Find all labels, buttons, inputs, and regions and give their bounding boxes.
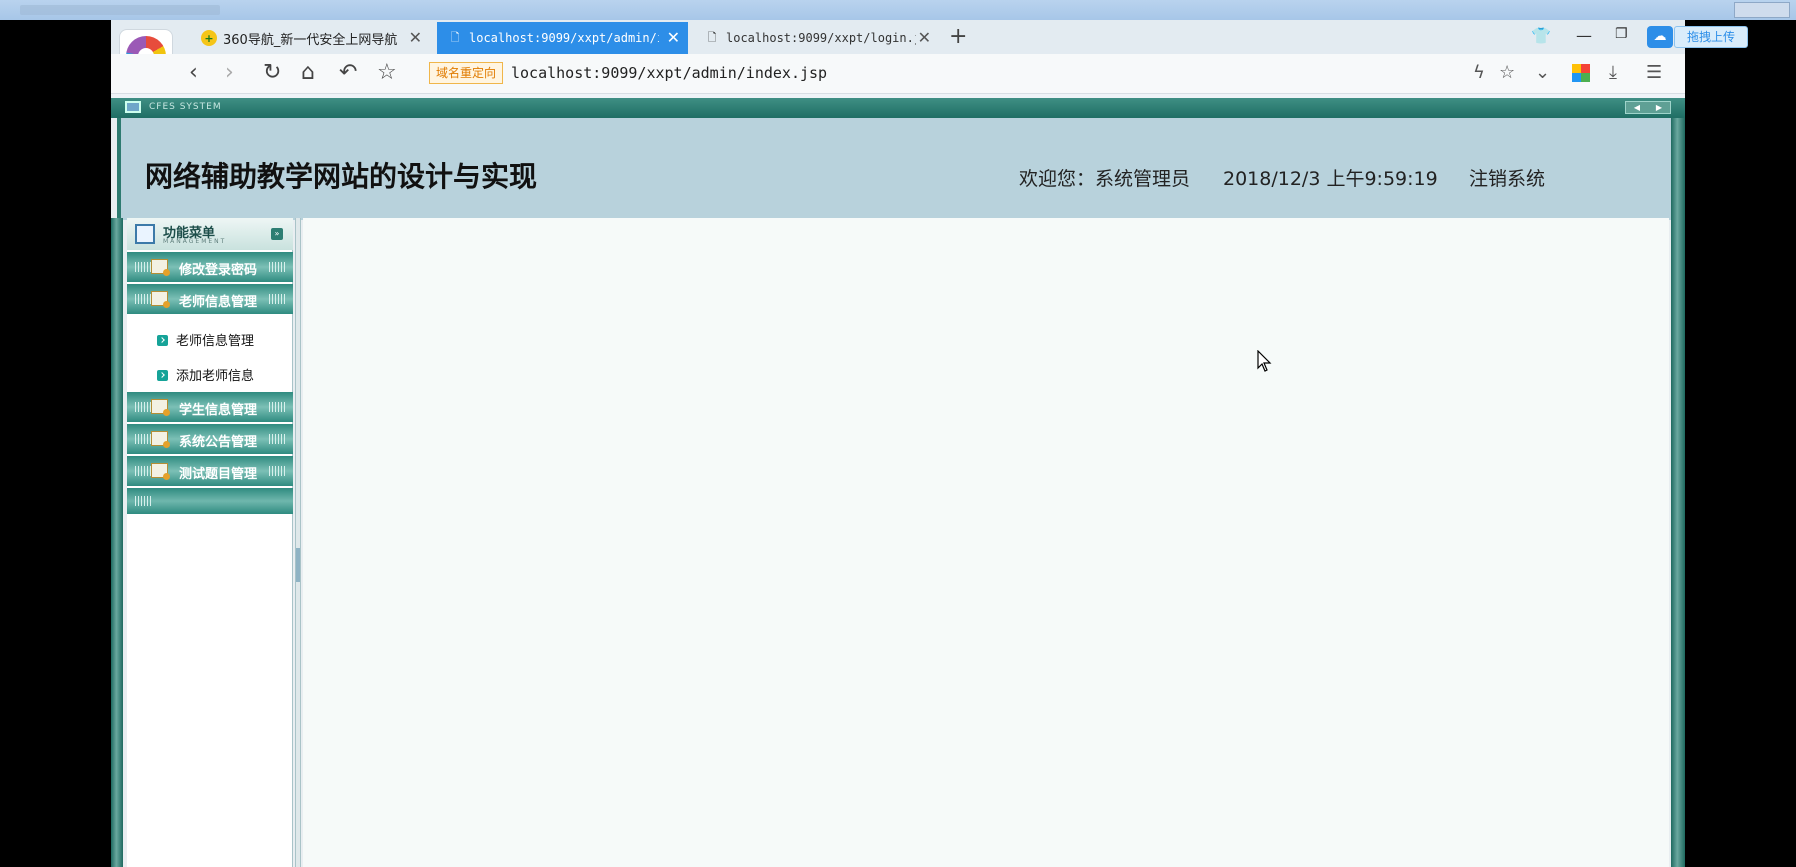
grip-icon [135,294,151,304]
home-icon[interactable]: ⌂ [301,60,315,86]
mouse-cursor-icon [1257,350,1272,372]
cloud-icon[interactable]: ☁ [1647,26,1673,48]
app-page: CFES SYSTEM ◀ ▶ 网络辅助教学网站的设计与实现 欢迎您：系统管理员… [111,98,1685,867]
system-label: CFES SYSTEM [149,102,222,112]
sidebar-item-label: 修改登录密码 [179,263,258,278]
grip-icon [269,262,285,272]
bookmark-star-icon[interactable]: ☆ [377,60,397,86]
app-header: 网络辅助教学网站的设计与实现 欢迎您：系统管理员 2018/12/3 上午9:5… [117,118,1676,220]
submenu-label: 添加老师信息 [176,369,255,384]
os-window-controls[interactable] [1734,2,1790,18]
drag-upload-button[interactable]: 拖拽上传 [1674,26,1748,48]
sidebar: 功能菜单 MANAGEMENT » 修改登录密码 老师信息管理 老师信息管理 添… [127,218,293,867]
sidebar-footer-bar [127,488,293,514]
arrow-right-icon[interactable]: ▶ [1656,103,1662,112]
sidebar-item-student-management[interactable]: 学生信息管理 [127,392,293,422]
minimize-icon[interactable]: — [1576,26,1592,45]
site-title: 网络辅助教学网站的设计与实现 [145,160,538,193]
tab-label: 360导航_新一代安全上网导航 [223,32,398,48]
page-icon: 🗋 [707,30,717,44]
navigation-bar: ‹ › ↻ ⌂ ↶ ☆ 域名重定向 localhost:9099/xxpt/ad… [111,54,1685,94]
grip-icon [135,434,151,444]
grip-icon [269,402,285,412]
arrow-bullet-icon [157,335,168,346]
welcome-text: 欢迎您：系统管理员 [1019,168,1191,190]
os-window-title [20,5,220,15]
scroll-arrows[interactable]: ◀ ▶ [1625,101,1671,114]
grip-icon [135,466,151,476]
sidebar-item-change-password[interactable]: 修改登录密码 [127,252,293,282]
datetime-text: 2018/12/3 上午9:59:19 [1223,168,1438,190]
close-icon[interactable]: ✕ [667,28,680,47]
grip-icon [135,402,151,412]
submenu-label: 老师信息管理 [176,334,255,349]
splitter-handle[interactable] [296,548,300,582]
page-icon: 🗋 [450,30,460,44]
monitor-icon [125,101,141,113]
os-taskbar-strip [0,0,1796,20]
360-nav-icon: + [201,30,217,46]
tab-login[interactable]: 🗋 localhost:9099/xxpt/login.js ✕ [694,22,939,54]
undo-icon[interactable]: ↶ [339,60,357,86]
domain-redirect-badge[interactable]: 域名重定向 [429,62,503,84]
logout-link[interactable]: 注销系统 [1469,164,1545,191]
lightning-icon[interactable]: ϟ [1473,62,1485,83]
download-icon[interactable]: ⤓ [1609,62,1617,83]
sidebar-header: 功能菜单 MANAGEMENT » [127,218,293,250]
arrow-left-icon[interactable]: ◀ [1634,103,1640,112]
close-icon[interactable]: ✕ [918,28,931,47]
folder-icon [151,259,170,276]
submenu-add-teacher[interactable]: 添加老师信息 [157,365,254,384]
new-tab-button[interactable]: + [949,24,967,49]
browser-window: + 360导航_新一代安全上网导航 ✕ 🗋 localhost:9099/xxp… [111,20,1748,867]
reload-icon[interactable]: ↻ [263,60,281,86]
chevron-down-icon[interactable]: ⌄ [1535,62,1550,83]
menu-board-icon [135,224,155,244]
sidebar-item-label: 老师信息管理 [179,295,258,310]
tab-bar: + 360导航_新一代安全上网导航 ✕ 🗋 localhost:9099/xxp… [111,20,1748,54]
app-system-bar: CFES SYSTEM ◀ ▶ [111,98,1685,118]
address-bar[interactable]: localhost:9099/xxpt/admin/index.jsp [511,64,827,82]
sidebar-splitter[interactable] [295,218,301,867]
favorite-star-icon[interactable]: ☆ [1499,62,1515,83]
skin-icon[interactable]: 👕 [1531,26,1551,45]
arrow-bullet-icon [157,370,168,381]
folder-icon [151,431,170,448]
sidebar-subtitle: MANAGEMENT [163,238,227,245]
restore-icon[interactable]: ❐ [1615,26,1628,42]
submenu-teacher-info[interactable]: 老师信息管理 [157,330,254,349]
back-icon[interactable]: ‹ [189,60,198,86]
grip-icon [135,262,151,272]
tab-label: localhost:9099/xxpt/admin/in [469,31,659,45]
folder-icon [151,399,170,416]
forward-icon[interactable]: › [225,60,234,86]
screen: + 360导航_新一代安全上网导航 ✕ 🗋 localhost:9099/xxp… [0,0,1796,867]
grip-icon [269,294,285,304]
folder-icon [151,291,170,308]
sidebar-item-announcement-management[interactable]: 系统公告管理 [127,424,293,454]
tab-label: localhost:9099/xxpt/login.js [726,31,916,45]
grip-icon [135,496,151,506]
tab-360-nav[interactable]: + 360导航_新一代安全上网导航 ✕ [191,22,430,54]
sidebar-item-teacher-management[interactable]: 老师信息管理 [127,284,293,314]
sidebar-item-label: 学生信息管理 [179,403,258,418]
collapse-icon[interactable]: » [271,228,283,240]
sidebar-item-label: 系统公告管理 [179,435,258,450]
menu-icon[interactable]: ☰ [1646,62,1662,83]
grip-icon [269,434,285,444]
main-content-area [303,218,1669,867]
sidebar-item-label: 测试题目管理 [179,467,258,482]
grip-icon [269,466,285,476]
frame-border-right [1671,118,1685,867]
close-icon[interactable]: ✕ [409,28,422,47]
frame-border-left [111,218,123,867]
sidebar-item-test-question-management[interactable]: 测试题目管理 [127,456,293,486]
tab-admin-index[interactable]: 🗋 localhost:9099/xxpt/admin/in ✕ [437,22,688,54]
apps-icon[interactable] [1572,64,1590,82]
folder-icon [151,463,170,480]
